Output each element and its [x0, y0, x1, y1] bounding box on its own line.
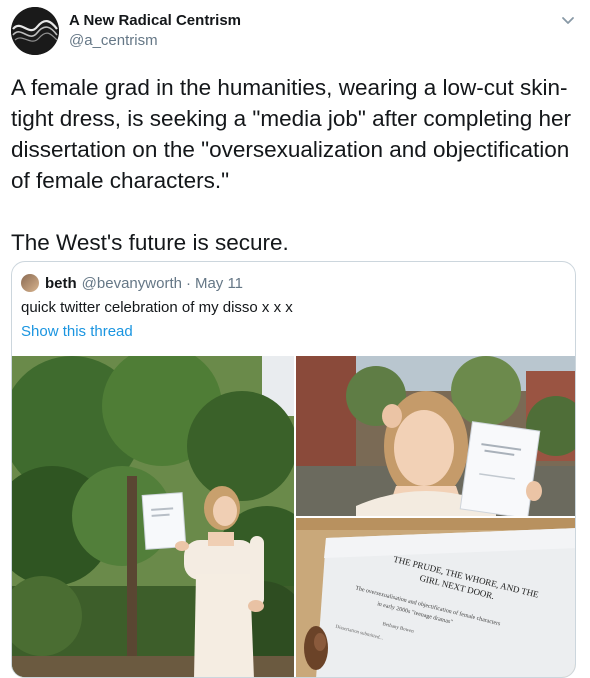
tweet-text: A female grad in the humanities, wearing… — [11, 75, 572, 255]
dot-separator: · — [185, 274, 191, 292]
photo-grid: THE PRUDE, THE WHORE, AND THE GIRL NEXT … — [12, 356, 575, 677]
tweet-card: A New Radical Centrism @a_centrism A fem… — [0, 0, 590, 678]
author-avatar[interactable] — [11, 7, 59, 55]
wave-logo-icon — [11, 7, 59, 55]
chevron-down-icon[interactable] — [560, 12, 576, 28]
author-name[interactable]: A New Radical Centrism — [69, 12, 241, 29]
photo-dissertation-cover[interactable]: THE PRUDE, THE WHORE, AND THE GIRL NEXT … — [296, 518, 575, 677]
quoted-author-name[interactable]: beth — [45, 275, 77, 292]
quoted-date[interactable]: May 11 — [195, 275, 243, 292]
photo-closeup[interactable] — [296, 356, 575, 516]
quoted-tweet[interactable]: beth @bevanyworth · May 11 quick twitter… — [11, 261, 576, 678]
quoted-avatar[interactable] — [21, 274, 39, 292]
photo-garden-full[interactable] — [12, 356, 294, 677]
quoted-author-handle[interactable]: @bevanyworth — [82, 275, 182, 292]
show-thread-link[interactable]: Show this thread — [21, 323, 133, 340]
author-handle[interactable]: @a_centrism — [69, 32, 158, 49]
quoted-text: quick twitter celebration of my disso x … — [21, 299, 293, 316]
quoted-tweet-header: beth @bevanyworth · May 11 — [21, 274, 243, 292]
